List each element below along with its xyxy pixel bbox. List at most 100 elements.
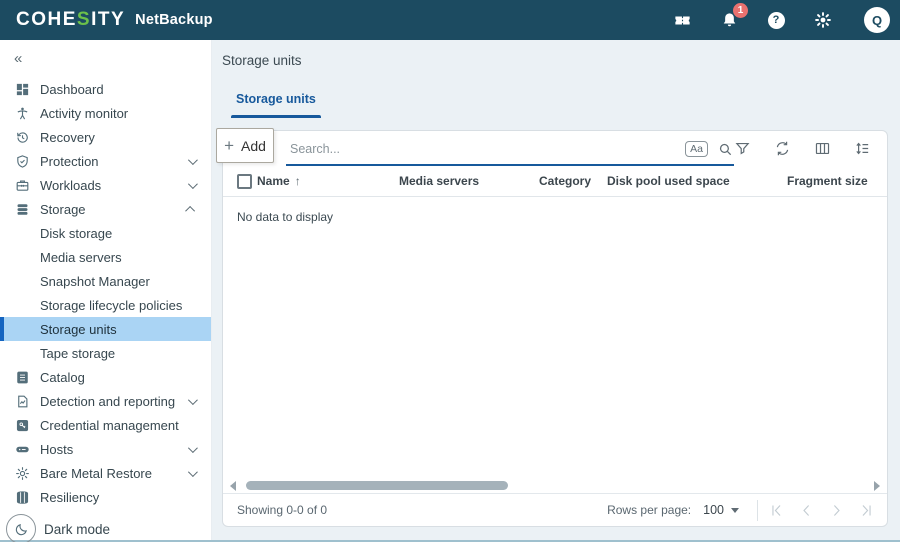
showing-count-text: Showing 0-0 of 0 [237,503,327,517]
sidebar-item-storage-units[interactable]: Storage units [0,317,211,341]
caret-down-icon [731,508,739,513]
sidebar-item-credential-management[interactable]: Credential management [0,413,211,437]
sidebar-item-activity-monitor[interactable]: Activity monitor [0,101,211,125]
help-icon[interactable]: ? [766,10,786,30]
scrollbar-track[interactable] [241,481,869,490]
first-page-button[interactable] [768,502,785,519]
select-all-cell [223,174,257,189]
sidebar-item-label: Media servers [40,250,122,265]
sidebar-item-label: Detection and reporting [40,394,175,409]
column-header-media-servers[interactable]: Media servers [399,174,539,188]
sidebar-item-label: Tape storage [40,346,115,361]
sidebar-item-storage-lifecycle-policies[interactable]: Storage lifecycle policies [0,293,211,317]
sidebar-item-label: Storage lifecycle policies [40,298,182,313]
select-all-checkbox[interactable] [237,174,252,189]
license-ticket-icon[interactable] [672,10,692,30]
main-content: Storage units Storage units + Add Aa [212,40,900,540]
sidebar-item-catalog[interactable]: Catalog [0,365,211,389]
user-avatar[interactable]: Q [864,7,890,33]
sidebar-item-protection[interactable]: Protection [0,149,211,173]
chevron-down-icon [188,467,198,477]
sidebar-item-workloads[interactable]: Workloads [0,173,211,197]
column-header-name[interactable]: Name ↑ [257,174,399,188]
sidebar-item-storage[interactable]: Storage [0,197,211,221]
scroll-left-arrow-icon[interactable] [230,481,236,491]
sidebar-item-hosts[interactable]: Hosts [0,437,211,461]
catalog-book-icon [14,369,30,385]
scroll-right-arrow-icon[interactable] [874,481,880,491]
settings-gear-icon[interactable] [813,10,833,30]
storage-database-icon [14,201,30,217]
chevron-down-icon [188,179,198,189]
column-header-disk-pool-used-space[interactable]: Disk pool used space [607,174,787,188]
sidebar-item-detection-and-reporting[interactable]: Detection and reporting [0,389,211,413]
sidebar-item-label: Credential management [40,418,179,433]
toolbar-icon-group [734,140,871,157]
product-name: NetBackup [135,12,213,28]
column-label: Media servers [399,174,479,188]
sidebar-item-label: Disk storage [40,226,112,241]
chevron-down-icon [188,155,198,165]
sidebar-collapse-button[interactable]: « [0,48,34,69]
add-button[interactable]: + Add [216,128,274,163]
notifications-bell-icon[interactable]: 1 [719,10,739,30]
previous-page-button[interactable] [798,502,815,519]
sidebar-item-label: Hosts [40,442,73,457]
sidebar-item-resiliency[interactable]: Resiliency [0,485,211,509]
next-page-button[interactable] [828,502,845,519]
column-label: Fragment size [787,174,868,188]
plus-icon: + [224,137,234,154]
rows-per-page-group: Rows per page: 100 [607,500,877,521]
brand-text-suffix: ITY [91,9,125,31]
credential-key-icon [14,417,30,433]
sidebar-item-dashboard[interactable]: Dashboard [0,77,211,101]
filter-funnel-icon[interactable] [734,140,751,157]
bare-metal-restore-gear-icon [14,465,30,481]
match-case-toggle[interactable]: Aa [685,141,708,157]
row-density-icon[interactable] [854,140,871,157]
sidebar-item-label: Snapshot Manager [40,274,150,289]
dashboard-icon [14,81,30,97]
notification-count-badge: 1 [733,3,748,18]
page-title: Storage units [222,53,900,68]
scrollbar-thumb[interactable] [246,481,508,490]
rows-per-page-select[interactable]: 100 [691,503,739,517]
workloads-briefcase-icon [14,177,30,193]
dark-mode-toggle[interactable]: Dark mode [0,509,211,542]
columns-icon[interactable] [814,140,831,157]
tab-storage-units[interactable]: Storage units [222,92,330,118]
sidebar-item-bare-metal-restore[interactable]: Bare Metal Restore [0,461,211,485]
sidebar-item-label: Storage units [40,322,117,337]
column-header-category[interactable]: Category [539,174,607,188]
search-icon[interactable] [717,141,734,158]
search-input[interactable] [286,142,685,156]
chevron-down-icon [188,395,198,405]
app-window: COHESITY NetBackup 1 ? Q « [0,0,900,540]
brand-text: COHE [16,9,77,31]
sidebar-item-snapshot-manager[interactable]: Snapshot Manager [0,269,211,293]
sidebar-item-recovery[interactable]: Recovery [0,125,211,149]
resiliency-icon [14,489,30,505]
rows-per-page-label: Rows per page: [607,503,691,517]
sidebar-nav-list: Dashboard Activity monitor Recovery Prot… [0,77,211,509]
top-navigation-bar: COHESITY NetBackup 1 ? Q [0,0,900,40]
refresh-icon[interactable] [774,140,791,157]
sidebar-item-label: Workloads [40,178,101,193]
column-header-fragment-size[interactable]: Fragment size [787,174,887,188]
dark-mode-label: Dark mode [44,522,110,537]
tab-label: Storage units [222,92,330,106]
active-tab-indicator [231,115,321,118]
topbar-icon-group: 1 ? Q [672,7,890,33]
rows-per-page-value: 100 [703,503,724,517]
sidebar-item-tape-storage[interactable]: Tape storage [0,341,211,365]
sidebar-item-label: Dashboard [40,82,104,97]
last-page-button[interactable] [858,502,875,519]
sidebar-item-label: Storage [40,202,86,217]
tab-bar: Storage units [222,92,900,118]
chevron-up-icon [185,205,195,215]
sidebar-item-label: Activity monitor [40,106,128,121]
activity-monitor-icon [14,105,30,121]
sidebar-item-disk-storage[interactable]: Disk storage [0,221,211,245]
horizontal-scrollbar [223,478,887,493]
sidebar-item-media-servers[interactable]: Media servers [0,245,211,269]
